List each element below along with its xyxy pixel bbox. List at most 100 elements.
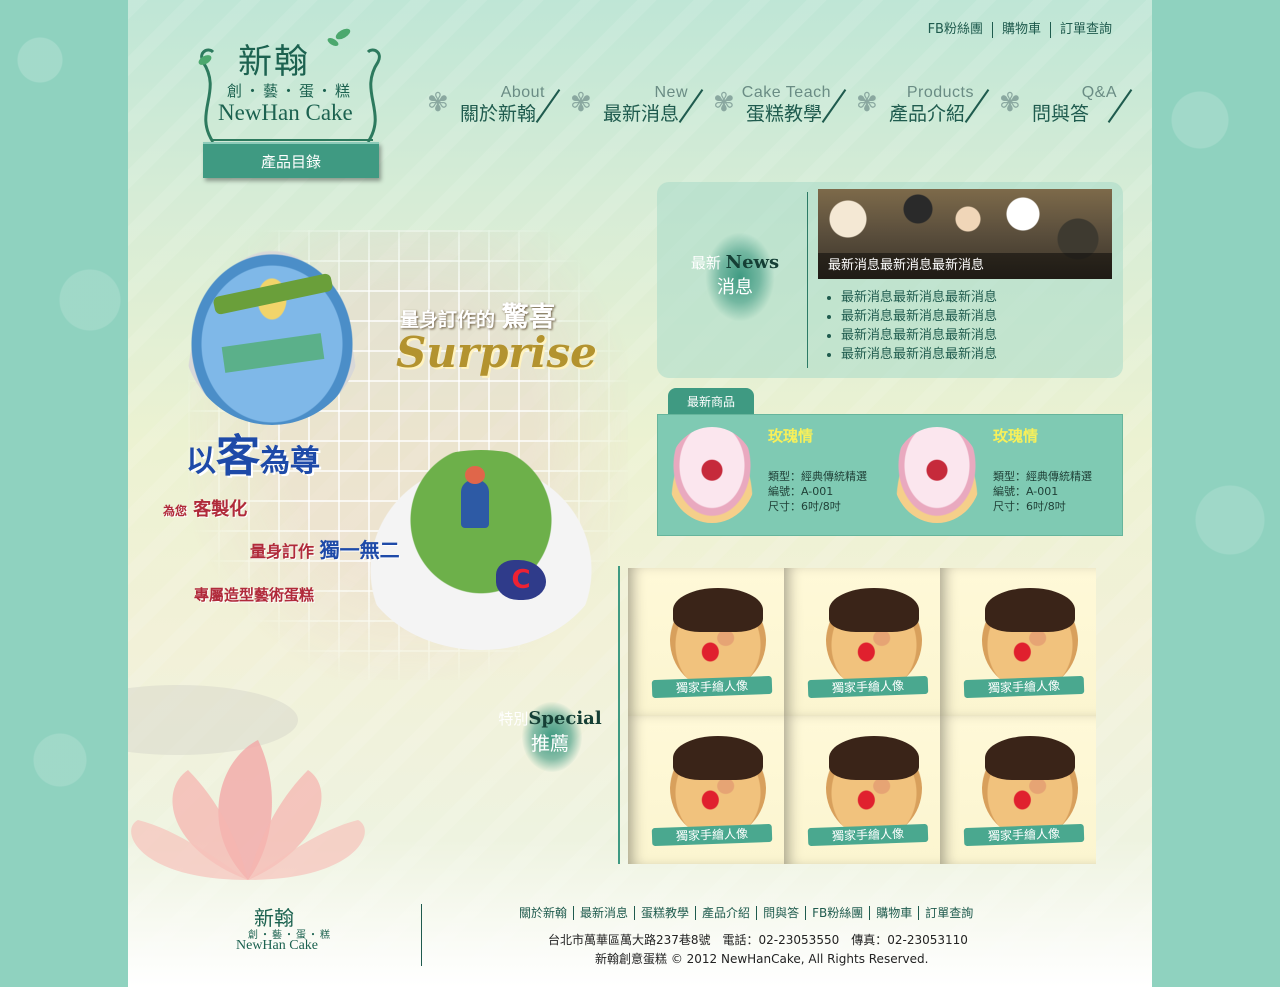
hero-banner: C 量身訂作的 驚喜 Surprise 以客為尊 為您 客製化 量身訂作 獨一無… <box>128 220 628 680</box>
special-item[interactable]: 獨家手繪人像 <box>940 568 1096 716</box>
footer-link-qa[interactable]: 問與答 <box>757 906 807 920</box>
cake-banner-decoration <box>221 333 325 373</box>
top-link-order-query[interactable]: 訂單查詢 <box>1051 22 1112 38</box>
nav-item-cn-label: 關於新翰 <box>460 103 537 125</box>
footer-link-order-query[interactable]: 訂單查詢 <box>919 906 979 920</box>
special-item[interactable]: 獨家手繪人像 <box>784 568 940 716</box>
slogan-unique: 量身訂作 獨一無二 <box>250 534 400 563</box>
lotus-decoration-icon <box>128 685 365 880</box>
slogan-custom-pre: 為您 <box>163 504 188 518</box>
slogan-unique-pre: 量身訂作 <box>250 542 315 561</box>
logo-english-name: NewHan Cake <box>218 100 353 125</box>
product-name[interactable]: 玫瑰情 <box>768 425 813 446</box>
footer-logo[interactable]: 新翰 創‧藝‧蛋‧糕 NewHan Cake <box>218 896 358 966</box>
nav-item-qa[interactable]: ✾ Q&A 問與答 <box>996 82 1139 128</box>
portrait-hair <box>673 736 763 780</box>
nav-item-cn-label: 蛋糕教學 <box>746 103 823 125</box>
news-heading-cn2: 消息 <box>717 277 753 298</box>
product-name[interactable]: 玫瑰情 <box>993 425 1038 446</box>
page: FB粉絲團 購物車 訂單查詢 新翰 創‧藝‧蛋‧糕 NewHan Cake 產品… <box>128 0 1152 987</box>
special-heading-cn2: 推薦 <box>530 733 569 755</box>
special-item-label: 獨家手繪人像 <box>807 675 929 699</box>
flower-icon: ✾ <box>427 88 449 118</box>
slogan-custom-main: 客製化 <box>193 499 248 520</box>
special-item[interactable]: 獨家手繪人像 <box>628 568 784 716</box>
airplane-cake-image <box>183 245 361 425</box>
news-panel: 最新 News 消息 最新消息最新消息最新消息 最新消息最新消息最新消息 最新消… <box>657 182 1123 378</box>
news-item[interactable]: 最新消息最新消息最新消息 <box>841 307 997 326</box>
nav-item-about[interactable]: ✾ About 關於新翰 <box>424 82 567 128</box>
news-photo-caption: 最新消息最新消息最新消息 <box>818 253 1112 279</box>
product-code: 編號：A-001 <box>768 485 834 498</box>
special-heading-en: Special <box>528 708 602 729</box>
slogan-customer-pre: 以 <box>186 444 216 479</box>
footer-link-news[interactable]: 最新消息 <box>574 906 636 920</box>
nav-item-cake-teach[interactable]: ✾ Cake Teach 蛋糕教學 <box>710 82 853 128</box>
nav-item-cn-label: 最新消息 <box>603 103 680 125</box>
top-link-fb[interactable]: FB粉絲團 <box>919 22 993 38</box>
flower-icon: ✾ <box>713 88 735 118</box>
special-item-label: 獨家手繪人像 <box>651 675 773 699</box>
product-type: 類型：經典傳統精選 <box>768 470 867 483</box>
slogan-surprise-en: Surprise <box>396 328 597 377</box>
special-heading-cn1: 特別 <box>498 710 529 728</box>
product-size: 尺寸：6吋/8吋 <box>993 500 1066 513</box>
footer-link-products[interactable]: 產品介紹 <box>696 906 758 920</box>
footer-links: 關於新翰 最新消息 蛋糕教學 產品介紹 問與答 FB粉絲團 購物車 訂單查詢 <box>513 906 979 920</box>
special-item-label: 獨家手繪人像 <box>963 675 1085 699</box>
portrait-hair <box>673 588 763 632</box>
footer-copyright: 新翰創意蛋糕 © 2012 NewHanCake, All Rights Res… <box>595 952 929 966</box>
product-image[interactable] <box>893 427 981 523</box>
product-card[interactable]: 玫瑰情 類型：經典傳統精選 編號：A-001 尺寸：6吋/8吋 <box>883 423 1108 529</box>
product-catalog-button[interactable]: 產品目錄 <box>203 142 379 178</box>
news-item[interactable]: 最新消息最新消息最新消息 <box>841 345 997 364</box>
footer-logo-english-name: NewHan Cake <box>236 938 319 953</box>
slogan-customer-first: 以客為尊 <box>186 420 320 484</box>
slogan-customer-post: 為尊 <box>260 444 320 479</box>
special-item[interactable]: 獨家手繪人像 <box>628 716 784 864</box>
product-size: 尺寸：6吋/8吋 <box>768 500 841 513</box>
special-item-label: 獨家手繪人像 <box>651 823 773 847</box>
site-logo[interactable]: 新翰 創‧藝‧蛋‧糕 NewHan Cake <box>183 22 398 147</box>
top-link-cart[interactable]: 購物車 <box>993 22 1051 38</box>
special-item-label: 獨家手繪人像 <box>807 823 929 847</box>
special-divider <box>618 566 620 864</box>
nav-item-news[interactable]: ✾ New 最新消息 <box>567 82 710 128</box>
news-heading-line1: 最新 News <box>685 252 785 273</box>
footer-link-cart[interactable]: 購物車 <box>870 906 920 920</box>
footer-link-fb[interactable]: FB粉絲團 <box>806 906 871 920</box>
portrait-hair <box>985 736 1075 780</box>
product-image[interactable] <box>668 427 756 523</box>
portrait-hair <box>985 588 1075 632</box>
portrait-hair <box>829 588 919 632</box>
footer-address: 台北市萬華區萬大路237巷8號 電話：02-23053550 傳真：02-230… <box>548 933 968 947</box>
main-nav: ✾ About 關於新翰 ✾ New 最新消息 ✾ Cake Teach 蛋糕教… <box>424 82 1139 128</box>
slogan-unique-main: 獨一無二 <box>319 538 400 562</box>
product-code: 編號：A-001 <box>993 485 1059 498</box>
footer-link-cake-teach[interactable]: 蛋糕教學 <box>635 906 697 920</box>
news-item[interactable]: 最新消息最新消息最新消息 <box>841 288 997 307</box>
airplane-decoration <box>212 272 334 316</box>
news-divider <box>807 192 808 368</box>
footer-link-about[interactable]: 關於新翰 <box>513 906 575 920</box>
portrait-hair <box>829 736 919 780</box>
product-info: 類型：經典傳統精選 編號：A-001 尺寸：6吋/8吋 <box>768 469 867 514</box>
product-info: 類型：經典傳統精選 編號：A-001 尺寸：6吋/8吋 <box>993 469 1092 514</box>
product-card[interactable]: 玫瑰情 類型：經典傳統精選 編號：A-001 尺寸：6吋/8吋 <box>658 423 883 529</box>
special-heading-line1: 特別Special <box>490 708 610 729</box>
news-heading: 最新 News 消息 <box>685 232 785 322</box>
slogan-customized: 為您 客製化 <box>163 495 247 521</box>
player-figure-decoration <box>461 466 489 528</box>
news-item[interactable]: 最新消息最新消息最新消息 <box>841 326 997 345</box>
special-item[interactable]: 獨家手繪人像 <box>940 716 1096 864</box>
new-products-tab[interactable]: 最新商品 <box>668 388 754 416</box>
news-photo[interactable]: 最新消息最新消息最新消息 <box>818 189 1112 279</box>
ck-logo-decoration: C <box>496 560 546 600</box>
logo-chinese-name: 新翰 <box>238 42 310 82</box>
special-item[interactable]: 獨家手繪人像 <box>784 716 940 864</box>
footer-divider <box>421 904 422 966</box>
news-list: 最新消息最新消息最新消息 最新消息最新消息最新消息 最新消息最新消息最新消息 最… <box>825 288 997 364</box>
top-links: FB粉絲團 購物車 訂單查詢 <box>919 22 1112 38</box>
slogan-art-cake: 專屬造型藝術蛋糕 <box>194 586 315 604</box>
nav-item-products[interactable]: ✾ Products 產品介紹 <box>853 82 996 128</box>
